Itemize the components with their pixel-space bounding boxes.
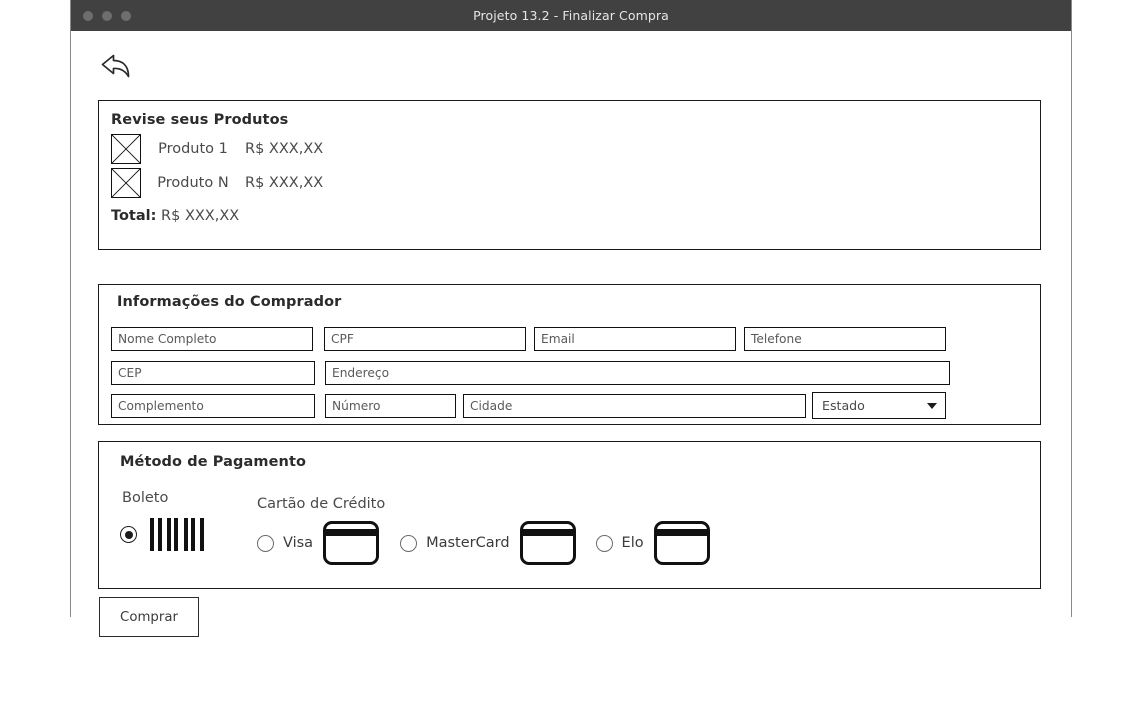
- state-select-value: Estado: [822, 398, 865, 413]
- credit-card-options-row: Visa MasterCard Elo: [257, 521, 710, 565]
- credit-card-group-label: Cartão de Crédito: [257, 496, 386, 512]
- product-name: Produto N: [157, 175, 229, 191]
- buyer-information-panel: Informações do Comprador Nome Completo C…: [98, 284, 1041, 425]
- table-row: Produto N R$ XXX,XX: [111, 168, 1028, 198]
- address-number-input[interactable]: Número: [325, 394, 456, 418]
- buyer-field-row-3: Complemento Número Cidade Estado: [111, 392, 1028, 419]
- address-complement-input[interactable]: Complemento: [111, 394, 315, 418]
- postal-code-input[interactable]: CEP: [111, 361, 315, 385]
- payment-method-panel: Método de Pagamento Boleto Cartão de Cré…: [98, 441, 1041, 589]
- window-controls: [83, 0, 131, 31]
- cpf-input[interactable]: CPF: [324, 327, 526, 351]
- payment-option-mastercard[interactable]: MasterCard: [400, 521, 576, 565]
- order-total: Total: R$ XXX,XX: [111, 208, 1028, 224]
- elo-label: Elo: [621, 535, 644, 551]
- image-placeholder-icon: [111, 168, 141, 198]
- window-minimize-dot[interactable]: [102, 10, 112, 21]
- mastercard-radio[interactable]: [400, 534, 418, 552]
- buyer-field-row-1: Nome Completo CPF Email Telefone: [111, 327, 1028, 351]
- boleto-group-label: Boleto: [122, 490, 169, 506]
- credit-card-icon: [653, 521, 710, 565]
- boleto-radio[interactable]: [120, 526, 137, 543]
- visa-label: Visa: [283, 535, 314, 551]
- barcode-icon: [150, 518, 204, 551]
- window-title: Projeto 13.2 - Finalizar Compra: [473, 8, 669, 23]
- window-body: Revise seus Produtos Produto 1 R$ XXX,XX: [71, 31, 1071, 637]
- app-window: Projeto 13.2 - Finalizar Compra Revise s…: [70, 0, 1072, 637]
- payment-option-visa[interactable]: Visa: [257, 521, 380, 565]
- chevron-down-icon: [927, 402, 937, 409]
- city-input[interactable]: Cidade: [463, 394, 806, 418]
- buy-button[interactable]: Comprar: [99, 597, 199, 637]
- buyer-panel-title: Informações do Comprador: [117, 294, 342, 310]
- state-select[interactable]: Estado: [812, 392, 946, 419]
- window-maximize-dot[interactable]: [121, 10, 131, 21]
- elo-radio[interactable]: [595, 534, 613, 552]
- credit-card-icon: [519, 521, 576, 565]
- product-name: Produto 1: [158, 141, 228, 157]
- mastercard-label: MasterCard: [426, 535, 510, 551]
- title-bar: Projeto 13.2 - Finalizar Compra: [71, 0, 1071, 31]
- full-name-input[interactable]: Nome Completo: [111, 327, 313, 351]
- total-label: Total:: [111, 208, 157, 224]
- payment-panel-title: Método de Pagamento: [120, 454, 307, 470]
- email-input[interactable]: Email: [534, 327, 736, 351]
- table-row: Produto 1 R$ XXX,XX: [111, 134, 1028, 164]
- back-arrow-icon[interactable]: [99, 49, 135, 83]
- buyer-field-row-2: CEP Endereço: [111, 361, 1028, 385]
- payment-option-elo[interactable]: Elo: [595, 521, 710, 565]
- credit-card-option-group: Cartão de Crédito Visa MasterCard Elo: [257, 496, 710, 565]
- products-panel-title: Revise seus Produtos: [111, 112, 289, 128]
- total-value: R$ XXX,XX: [161, 208, 240, 224]
- payment-options-group: Boleto Cartão de Crédito Visa MasterCard…: [120, 490, 1028, 574]
- products-review-panel: Revise seus Produtos Produto 1 R$ XXX,XX: [98, 100, 1041, 250]
- window-close-dot[interactable]: [83, 10, 93, 21]
- image-placeholder-icon: [111, 134, 141, 164]
- boleto-option-group: Boleto: [120, 490, 204, 551]
- boleto-option-row: [120, 518, 204, 551]
- phone-input[interactable]: Telefone: [744, 327, 946, 351]
- address-input[interactable]: Endereço: [325, 361, 950, 385]
- visa-radio[interactable]: [257, 534, 274, 552]
- product-price: R$ XXX,XX: [245, 141, 324, 157]
- credit-card-icon: [323, 521, 380, 565]
- product-price: R$ XXX,XX: [245, 175, 324, 191]
